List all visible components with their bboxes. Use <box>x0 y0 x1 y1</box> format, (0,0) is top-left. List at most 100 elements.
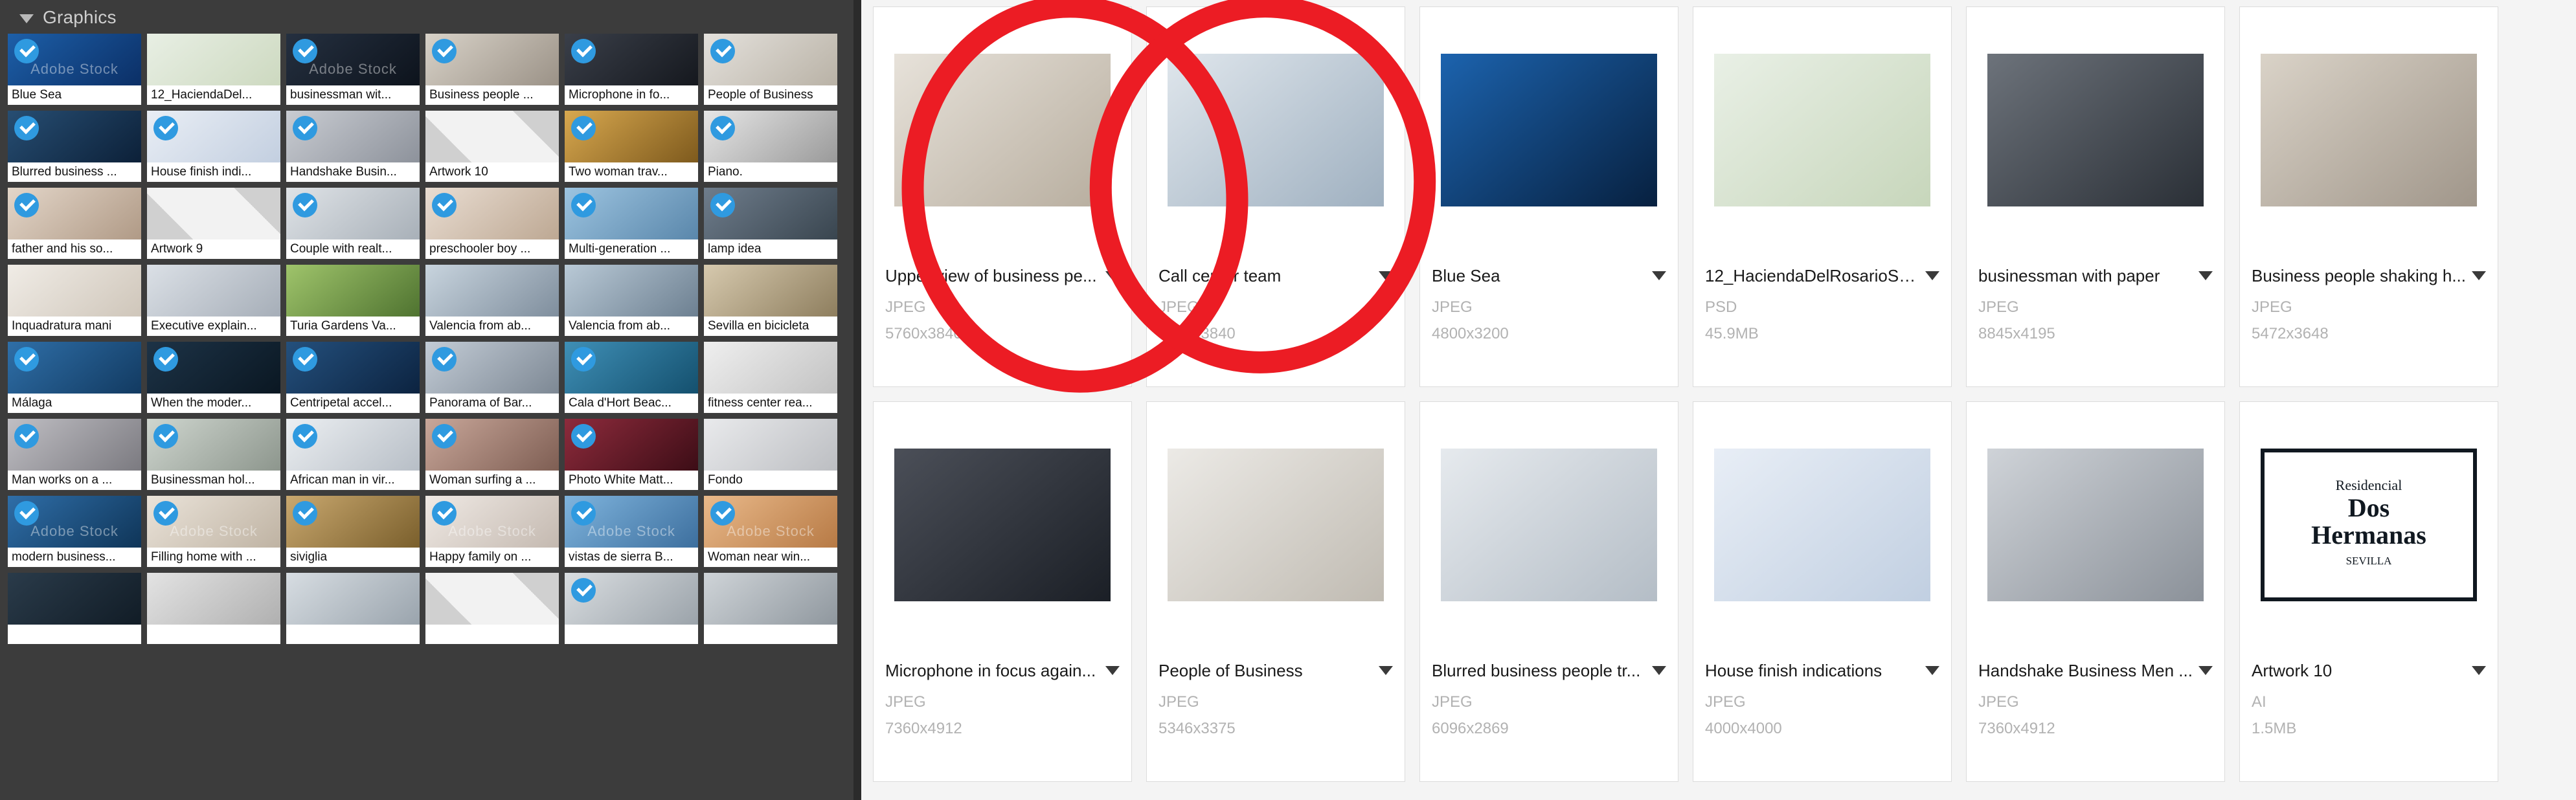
sidebar-thumbnail-item[interactable]: Valencia from ab... <box>425 265 559 336</box>
chevron-down-icon[interactable] <box>1652 271 1666 280</box>
check-icon[interactable] <box>432 39 457 63</box>
check-icon[interactable] <box>293 39 317 63</box>
sidebar-thumbnail-grid[interactable]: Adobe Stock Blue Sea 12_HaciendaDel... Adob… <box>0 34 857 644</box>
sidebar-thumbnail-item[interactable]: African man in vir... <box>286 419 420 490</box>
sidebar-thumbnail-item[interactable]: Blurred business ... <box>8 111 141 182</box>
sidebar-thumbnail-item[interactable]: Fondo <box>704 419 837 490</box>
asset-preview[interactable] <box>1420 402 1678 648</box>
check-icon[interactable] <box>14 116 39 140</box>
sidebar-thumbnail-item[interactable]: Multi-generation ... <box>565 188 698 259</box>
asset-card[interactable]: Handshake Business Men ... JPEG 7360x4912 <box>1966 401 2225 782</box>
check-icon[interactable] <box>14 193 39 217</box>
sidebar-thumbnail-item[interactable]: preschooler boy ... <box>425 188 559 259</box>
check-icon[interactable] <box>571 193 596 217</box>
check-icon[interactable] <box>710 39 735 63</box>
sidebar-thumbnail-item[interactable]: Panorama of Bar... <box>425 342 559 413</box>
chevron-down-icon[interactable] <box>1379 271 1393 280</box>
check-icon[interactable] <box>293 424 317 449</box>
check-icon[interactable] <box>293 116 317 140</box>
chevron-down-icon[interactable] <box>1105 271 1120 280</box>
sidebar-thumbnail-item[interactable]: Turia Gardens Va... <box>286 265 420 336</box>
check-icon[interactable] <box>153 501 178 526</box>
asset-card[interactable]: Microphone in focus again... JPEG 7360x491… <box>873 401 1132 782</box>
asset-preview[interactable] <box>1693 402 1951 648</box>
check-icon[interactable] <box>571 39 596 63</box>
check-icon[interactable] <box>710 116 735 140</box>
asset-preview[interactable] <box>1967 7 2224 253</box>
check-icon[interactable] <box>571 116 596 140</box>
sidebar-thumbnail-item[interactable]: Valencia from ab... <box>565 265 698 336</box>
check-icon[interactable] <box>14 424 39 449</box>
sidebar-thumbnail-item[interactable]: father and his so... <box>8 188 141 259</box>
sidebar-thumbnail-item[interactable]: Microphone in fo... <box>565 34 698 105</box>
asset-preview[interactable] <box>1967 402 2224 648</box>
asset-card[interactable]: 12_HaciendaDelRosarioSe... PSD 45.9MB <box>1693 6 1952 387</box>
graphics-sidebar[interactable]: Graphics Adobe Stock Blue Sea 12_HaciendaD… <box>0 0 861 800</box>
check-icon[interactable] <box>432 424 457 449</box>
sidebar-thumbnail-item[interactable]: Artwork 9 <box>147 188 280 259</box>
sidebar-thumbnail-item[interactable]: Piano. <box>704 111 837 182</box>
chevron-down-icon[interactable] <box>2472 666 2486 675</box>
sidebar-thumbnail-item[interactable]: fitness center rea... <box>704 342 837 413</box>
sidebar-thumbnail-item[interactable] <box>147 573 280 644</box>
sidebar-thumbnail-item[interactable]: House finish indi... <box>147 111 280 182</box>
asset-preview[interactable] <box>2240 7 2498 253</box>
sidebar-thumbnail-item[interactable]: When the moder... <box>147 342 280 413</box>
sidebar-thumbnail-item[interactable]: Cala d'Hort Beac... <box>565 342 698 413</box>
sidebar-thumbnail-item[interactable]: Adobe Stock vistas de sierra B... <box>565 496 698 567</box>
chevron-down-icon[interactable] <box>1379 666 1393 675</box>
sidebar-thumbnail-item[interactable]: Business people ... <box>425 34 559 105</box>
sidebar-thumbnail-item[interactable]: Two woman trav... <box>565 111 698 182</box>
sidebar-thumbnail-item[interactable]: Adobe Stock businessman wit... <box>286 34 420 105</box>
check-icon[interactable] <box>14 39 39 63</box>
chevron-down-icon[interactable] <box>1925 271 1939 280</box>
sidebar-thumbnail-item[interactable]: Businessman hol... <box>147 419 280 490</box>
sidebar-thumbnail-item[interactable]: Inquadratura mani <box>8 265 141 336</box>
sidebar-thumbnail-item[interactable]: Man works on a ... <box>8 419 141 490</box>
sidebar-thumbnail-item[interactable]: Executive explain... <box>147 265 280 336</box>
sidebar-thumbnail-item[interactable]: Centripetal accel... <box>286 342 420 413</box>
sidebar-thumbnail-item[interactable]: Adobe Stock Filling home with ... <box>147 496 280 567</box>
asset-browser-main[interactable]: Upper view of business pe... JPEG 5760x384… <box>861 0 2576 800</box>
chevron-down-icon[interactable] <box>2198 666 2213 675</box>
check-icon[interactable] <box>153 424 178 449</box>
asset-card[interactable]: businessman with paper JPEG 8845x4195 <box>1966 6 2225 387</box>
check-icon[interactable] <box>432 501 457 526</box>
asset-card[interactable]: Residencial Dos Hermanas SEVILLA Artwork 10 A… <box>2239 401 2498 782</box>
check-icon[interactable] <box>153 116 178 140</box>
asset-card[interactable]: House finish indications JPEG 4000x4000 <box>1693 401 1952 782</box>
check-icon[interactable] <box>14 501 39 526</box>
check-icon[interactable] <box>293 193 317 217</box>
asset-card[interactable]: Blue Sea JPEG 4800x3200 <box>1419 6 1678 387</box>
asset-preview[interactable] <box>1147 402 1405 648</box>
sidebar-thumbnail-item[interactable]: Adobe Stock Happy family on ... <box>425 496 559 567</box>
asset-preview[interactable]: Residencial Dos Hermanas SEVILLA <box>2240 402 2498 648</box>
check-icon[interactable] <box>710 501 735 526</box>
sidebar-thumbnail-item[interactable]: Artwork 10 <box>425 111 559 182</box>
sidebar-thumbnail-item[interactable] <box>8 573 141 644</box>
chevron-down-icon[interactable] <box>2472 271 2486 280</box>
chevron-down-icon[interactable] <box>1925 666 1939 675</box>
sidebar-thumbnail-item[interactable]: Adobe Stock Woman near win... <box>704 496 837 567</box>
check-icon[interactable] <box>432 193 457 217</box>
check-icon[interactable] <box>153 347 178 372</box>
check-icon[interactable] <box>571 578 596 603</box>
sidebar-thumbnail-item[interactable] <box>286 573 420 644</box>
sidebar-thumbnail-item[interactable]: siviglia <box>286 496 420 567</box>
sidebar-thumbnail-item[interactable]: Woman surfing a ... <box>425 419 559 490</box>
sidebar-thumbnail-item[interactable]: Adobe Stock modern business... <box>8 496 141 567</box>
triangle-down-icon[interactable] <box>19 14 34 23</box>
check-icon[interactable] <box>571 347 596 372</box>
check-icon[interactable] <box>14 347 39 372</box>
asset-card[interactable]: Upper view of business pe... JPEG 5760x384… <box>873 6 1132 387</box>
asset-card-grid[interactable]: Upper view of business pe... JPEG 5760x384… <box>873 6 2564 782</box>
check-icon[interactable] <box>432 347 457 372</box>
sidebar-thumbnail-item[interactable] <box>704 573 837 644</box>
chevron-down-icon[interactable] <box>1652 666 1666 675</box>
asset-card[interactable]: People of Business JPEG 5346x3375 <box>1146 401 1405 782</box>
sidebar-header[interactable]: Graphics <box>0 0 857 34</box>
sidebar-thumbnail-item[interactable]: lamp idea <box>704 188 837 259</box>
check-icon[interactable] <box>571 424 596 449</box>
sidebar-scroll-edge[interactable] <box>853 0 857 800</box>
check-icon[interactable] <box>293 347 317 372</box>
